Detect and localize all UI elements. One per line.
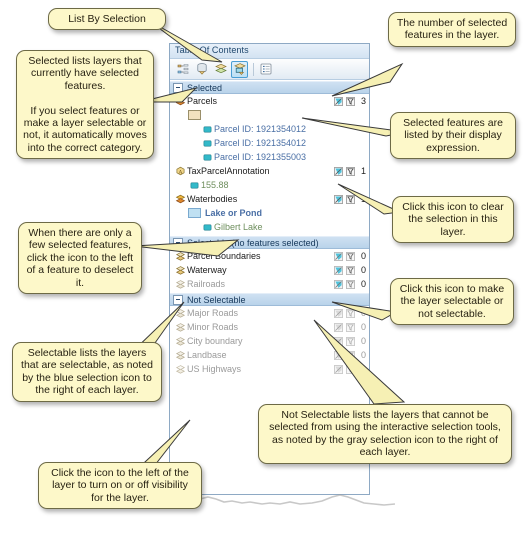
clear-selection-icon[interactable]: [334, 251, 343, 261]
layer-name: Major Roads: [187, 308, 239, 318]
feature-row[interactable]: Gilbert Lake: [170, 220, 369, 234]
line-layer-icon[interactable]: [174, 279, 187, 290]
selectable-toggle-icon[interactable]: [346, 265, 355, 275]
layer-name: City boundary: [187, 336, 243, 346]
layer-name: US Highways: [187, 364, 242, 374]
callout-visibility: Click the icon to the left of the layer …: [38, 462, 202, 510]
layer-controls: 1: [334, 164, 366, 178]
selected-feature-count: 0: [360, 251, 366, 261]
layer-row-taxparcelannotation[interactable]: A TaxParcelAnnotation 1: [170, 164, 369, 178]
callout-not-selectable-lists: Not Selectable lists the layers that can…: [258, 404, 512, 464]
feature-selected-icon[interactable]: [188, 181, 201, 190]
toolbar-separator: [253, 62, 254, 76]
symbol-swatch-blue: [188, 208, 201, 218]
callout-make-selectable: Click this icon to make the layer select…: [390, 278, 514, 326]
selectable-toggle-icon[interactable]: [346, 279, 355, 289]
layer-controls: 0: [334, 263, 366, 277]
annotation-layer-icon[interactable]: A: [174, 166, 187, 177]
svg-text:A: A: [179, 169, 183, 175]
callout-deselect-feature: When there are only a few selected featu…: [18, 222, 142, 295]
polygon-layer-icon[interactable]: [174, 194, 187, 205]
feature-selected-icon[interactable]: [201, 139, 214, 148]
list-by-selection-button[interactable]: [231, 60, 248, 78]
callout-selectable-lists: Selectable lists the layers that are sel…: [12, 342, 162, 402]
group-label: Not Selectable: [187, 294, 246, 305]
feature-row[interactable]: Parcel ID: 1921355003: [170, 150, 369, 164]
layer-name: TaxParcelAnnotation: [187, 166, 270, 176]
symbol-class-label: Lake or Pond: [205, 208, 263, 218]
selected-feature-count: 0: [360, 265, 366, 275]
layer-row-railroads[interactable]: Railroads 0: [170, 277, 369, 291]
feature-selected-icon[interactable]: [201, 223, 214, 232]
selectable-toggle-icon[interactable]: [346, 166, 355, 176]
layer-name: Waterbodies: [187, 194, 238, 204]
clear-selection-icon[interactable]: [334, 279, 343, 289]
layer-name: Landbase: [187, 350, 227, 360]
callout-selected-lists: Selected lists layers that currently hav…: [16, 50, 154, 160]
feature-label: Parcel ID: 1921354012: [214, 138, 307, 148]
layer-controls: 0: [334, 277, 366, 291]
callout-display-expression: Selected features are listed by their di…: [390, 112, 516, 160]
feature-label: Parcel ID: 1921355003: [214, 152, 307, 162]
selected-feature-count: 0: [360, 279, 366, 289]
layer-name: Railroads: [187, 279, 226, 289]
line-layer-icon[interactable]: [174, 364, 187, 375]
pointer-count: [330, 60, 408, 100]
selectable-toggle-icon[interactable]: [346, 251, 355, 261]
layer-name: Minor Roads: [187, 322, 239, 332]
callout-list-by-selection: List By Selection: [48, 8, 166, 31]
toc-options-button[interactable]: [257, 61, 274, 78]
pointer-deselect-feature: [132, 236, 242, 266]
callout-number-of-selected: The number of selected features in the l…: [388, 12, 516, 47]
screenshot-root: Table Of Contents Selected Parcels 3 Par…: [0, 0, 525, 540]
layer-name: Waterway: [187, 265, 227, 275]
feature-label: Gilbert Lake: [214, 222, 263, 232]
pointer-not-selectable: [300, 318, 410, 414]
feature-label: 155.88: [201, 180, 229, 190]
feature-selected-icon[interactable]: [201, 153, 214, 162]
clear-selection-icon[interactable]: [334, 265, 343, 275]
feature-selected-icon[interactable]: [201, 125, 214, 134]
symbol-swatch: [188, 110, 201, 120]
clear-selection-icon[interactable]: [334, 166, 343, 176]
callout-clear-selection: Click this icon to clear the selection i…: [392, 196, 514, 244]
line-layer-icon[interactable]: [174, 265, 187, 276]
feature-label: Parcel ID: 1921354012: [214, 124, 307, 134]
layer-controls: 0: [334, 249, 366, 263]
selected-feature-count: 1: [360, 166, 366, 176]
